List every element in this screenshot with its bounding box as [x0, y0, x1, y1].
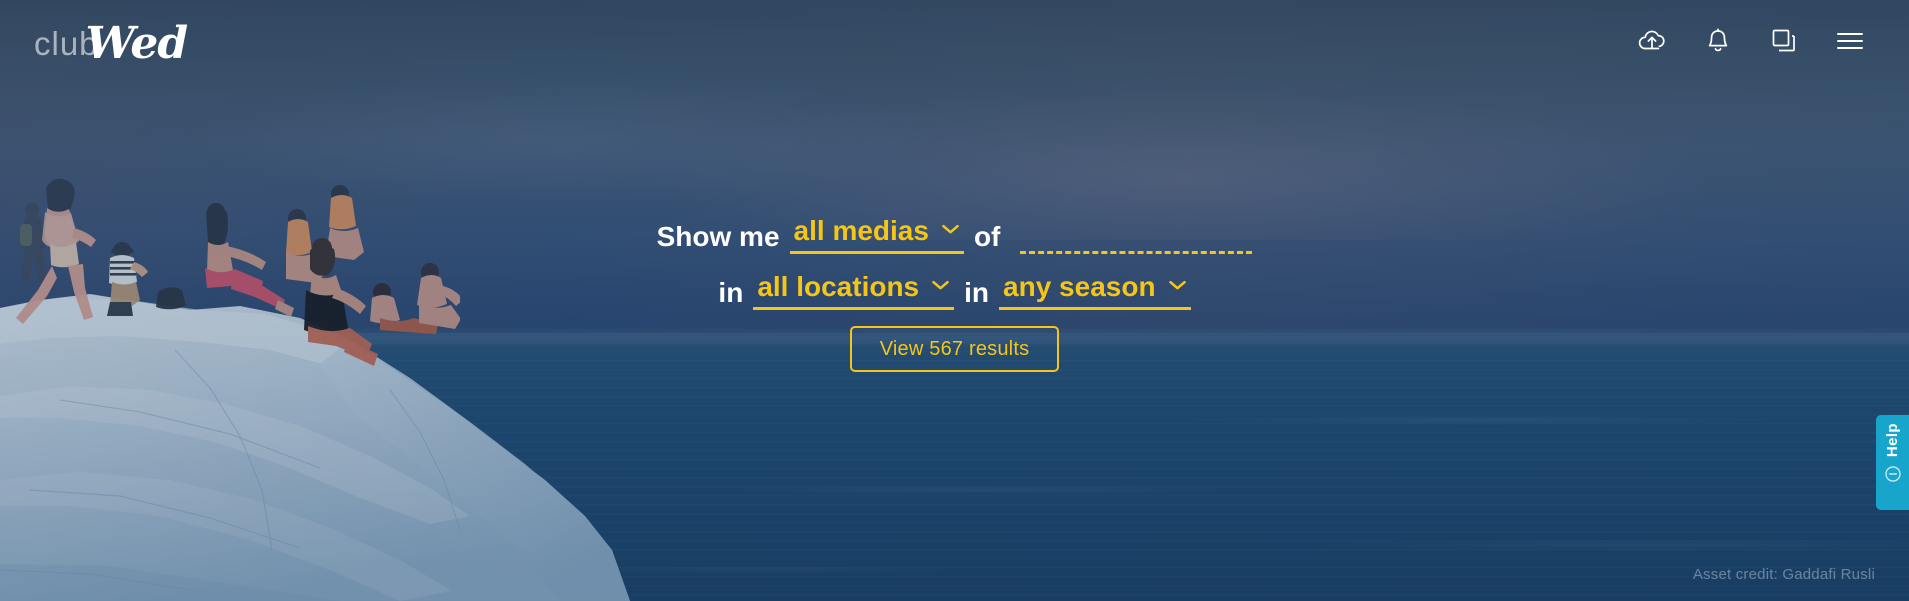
search-row-2: in all locations in any season — [0, 270, 1909, 310]
search-row-1: Show me all medias of — [0, 214, 1909, 254]
collections-icon[interactable] — [1769, 26, 1799, 56]
media-type-dropdown[interactable]: all medias — [789, 214, 964, 254]
help-tab[interactable]: Help — [1876, 415, 1909, 510]
chevron-down-icon — [1168, 278, 1187, 296]
label-show-me: Show me — [656, 221, 780, 252]
page-root: club Wed Show me all medias of in all lo… — [0, 0, 1909, 601]
view-results-button[interactable]: View 567 results — [849, 326, 1060, 372]
help-tab-label: Help — [1884, 423, 1901, 458]
media-type-underline — [789, 251, 964, 254]
location-value: all locations — [757, 271, 920, 302]
keyword-underline-dashed — [1020, 251, 1253, 254]
cloud-upload-icon[interactable] — [1637, 26, 1667, 56]
logo-text-wed: Wed — [85, 18, 189, 69]
label-of: of — [973, 221, 1001, 252]
label-in-location: in — [718, 277, 744, 308]
location-dropdown[interactable]: all locations — [753, 270, 955, 310]
season-dropdown[interactable]: any season — [999, 270, 1191, 310]
season-value: any season — [1003, 271, 1156, 302]
chevron-down-icon — [941, 222, 960, 240]
site-header: club Wed — [0, 0, 1909, 82]
season-underline — [999, 307, 1191, 310]
bell-icon[interactable] — [1703, 26, 1733, 56]
search-submit-row: View 567 results — [0, 326, 1909, 372]
minus-circle-icon — [1884, 465, 1902, 488]
label-in-season: in — [964, 277, 990, 308]
logo[interactable]: club Wed — [34, 18, 189, 69]
hamburger-menu-icon[interactable] — [1835, 26, 1865, 56]
header-icon-group — [1637, 26, 1865, 56]
asset-credit: Asset credit: Gaddafi Rusli — [1692, 566, 1875, 583]
media-type-value: all medias — [793, 215, 929, 246]
location-underline — [753, 307, 955, 310]
keyword-input[interactable] — [1020, 220, 1253, 254]
chevron-down-icon — [931, 278, 950, 296]
search-form: Show me all medias of in all locations i… — [0, 214, 1909, 372]
